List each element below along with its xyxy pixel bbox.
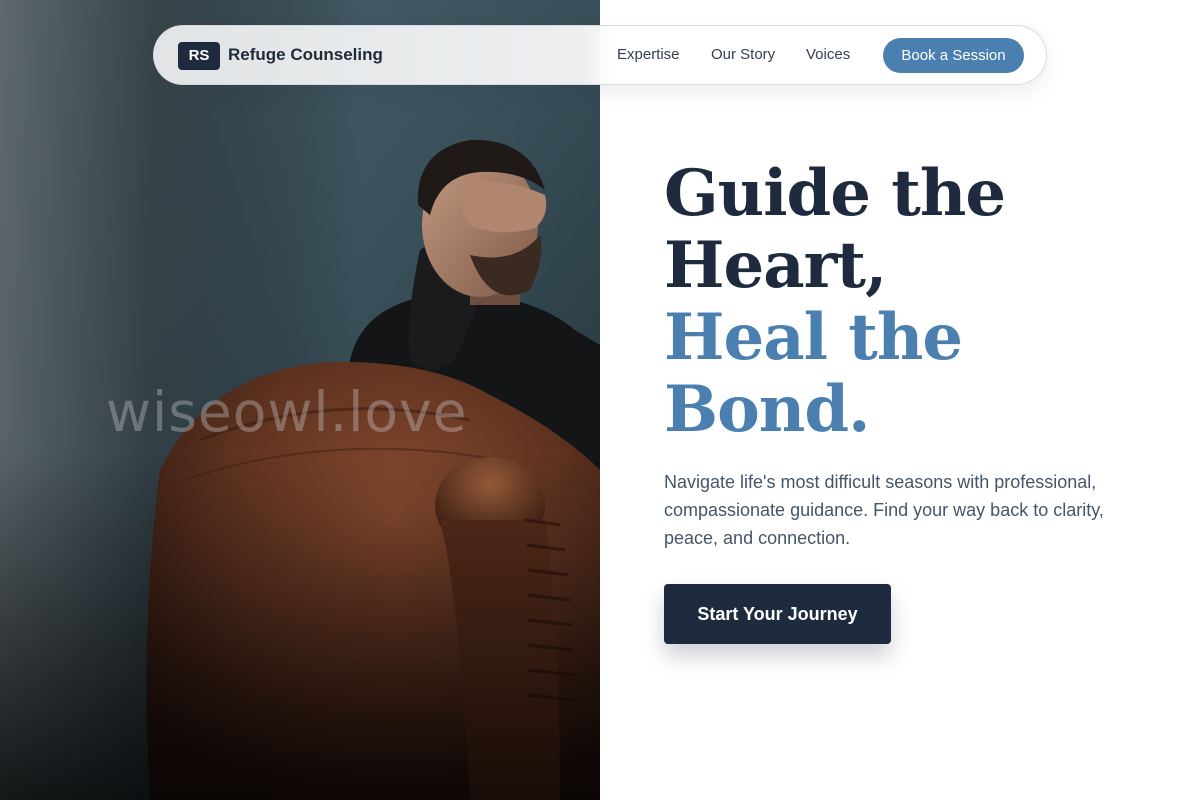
hero-heading-line-1: Guide the <box>664 156 1006 231</box>
top-nav-bar: RS Refuge Counseling Expertise Our Story… <box>153 25 1047 85</box>
hero-heading-accent-line-2: Bond. <box>664 372 870 447</box>
landing-page: wiseowl.love RS Refuge Counseling Expert… <box>0 0 1200 800</box>
watermark-text: wiseowl.love <box>106 380 468 444</box>
logo-badge-icon[interactable]: RS <box>178 42 220 70</box>
hero-heading-line-2: Heart, <box>664 228 887 303</box>
nav-link-voices[interactable]: Voices <box>806 46 850 63</box>
hero-heading-accent-line-1: Heal the <box>664 300 963 375</box>
book-session-button[interactable]: Book a Session <box>883 38 1024 73</box>
nav-link-expertise[interactable]: Expertise <box>617 46 680 63</box>
hero-photo: wiseowl.love <box>0 0 600 800</box>
brand-name[interactable]: Refuge Counseling <box>228 45 383 65</box>
hero-heading: Guide the Heart, Heal the Bond. <box>664 156 1006 447</box>
start-journey-button[interactable]: Start Your Journey <box>664 584 891 644</box>
nav-link-our-story[interactable]: Our Story <box>711 46 775 63</box>
hero-description: Navigate life's most difficult seasons w… <box>664 472 1104 548</box>
